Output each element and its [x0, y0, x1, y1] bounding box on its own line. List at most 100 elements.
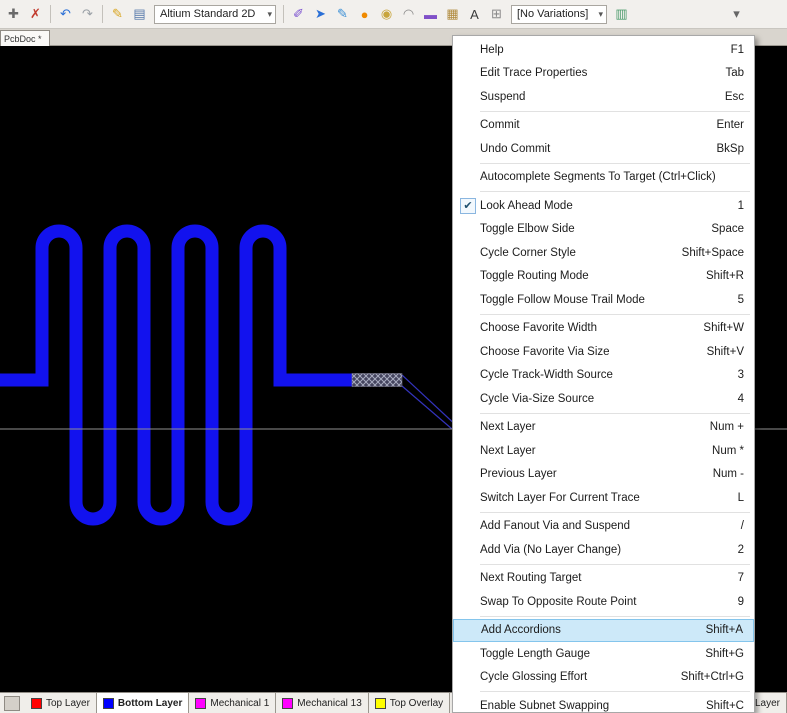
menu-item-label: Previous Layer: [480, 468, 699, 480]
menu-item-label: Suspend: [480, 91, 711, 103]
menu-item-label: Next Routing Target: [480, 572, 724, 584]
serpentine-trace[interactable]: [0, 231, 352, 519]
arc-icon[interactable]: ◠: [398, 4, 419, 25]
variations-combo[interactable]: [No Variations]▾: [511, 5, 607, 24]
route-arrow-icon[interactable]: ➤: [310, 4, 331, 25]
menu-item-shortcut: Shift+Space: [682, 247, 744, 259]
menu-item-choose-favorite-width[interactable]: Choose Favorite WidthShift+W: [453, 317, 754, 341]
menu-item-add-fanout-via-and-suspend[interactable]: Add Fanout Via and Suspend/: [453, 515, 754, 539]
menu-item-commit[interactable]: CommitEnter: [453, 114, 754, 138]
menu-item-shortcut: Num *: [712, 445, 744, 457]
menu-item-previous-layer[interactable]: Previous Layer Num -: [453, 463, 754, 487]
menu-item-label: Edit Trace Properties: [480, 67, 711, 79]
chevron-down-icon[interactable]: ▾: [267, 9, 272, 20]
key-icon[interactable]: ◉: [376, 4, 397, 25]
move-icon[interactable]: ✚: [3, 4, 24, 25]
menu-item-shortcut: Space: [711, 223, 744, 235]
menu-item-label: Toggle Length Gauge: [480, 648, 691, 660]
menu-item-toggle-elbow-side[interactable]: Toggle Elbow Side Space: [453, 218, 754, 242]
menu-item-label: Add Accordions: [481, 624, 692, 636]
board-insight-icon[interactable]: ▤: [129, 4, 150, 25]
menu-item-shortcut: Num -: [713, 468, 744, 480]
layer-tab-mechanical-13[interactable]: Mechanical 13: [276, 693, 368, 713]
menu-item-toggle-follow-mouse-trail-mode[interactable]: Toggle Follow Mouse Trail Mode5: [453, 288, 754, 312]
menu-item-enable-subnet-swapping[interactable]: Enable Subnet SwappingShift+C: [453, 694, 754, 713]
menu-item-toggle-length-gauge[interactable]: Toggle Length GaugeShift+G: [453, 642, 754, 666]
layer-tab-top-layer[interactable]: Top Layer: [25, 693, 97, 713]
menu-item-label: Enable Subnet Swapping: [480, 700, 692, 712]
menu-item-shortcut: 2: [738, 544, 744, 556]
toolbar-separator: [50, 5, 51, 23]
menu-separator: [480, 691, 750, 692]
menu-item-label: Next Layer: [480, 421, 696, 433]
menu-item-autocomplete-segments-to-target-ctrl-click[interactable]: Autocomplete Segments To Target (Ctrl+Cl…: [453, 166, 754, 190]
menu-item-shortcut: 9: [738, 596, 744, 608]
menu-separator: [480, 191, 750, 192]
layer-color-swatch: [103, 698, 114, 709]
menu-item-next-routing-target[interactable]: Next Routing Target 7: [453, 567, 754, 591]
diff-pair-route-icon[interactable]: ✎: [332, 4, 353, 25]
layer-tab-label: Bottom Layer: [118, 698, 182, 709]
menu-separator: [480, 314, 750, 315]
menu-item-swap-to-opposite-route-point[interactable]: Swap To Opposite Route Point 9: [453, 590, 754, 614]
menu-item-shortcut: Enter: [717, 119, 745, 131]
hatched-trace-segment[interactable]: [352, 374, 402, 387]
menu-item-choose-favorite-via-size[interactable]: Choose Favorite Via SizeShift+V: [453, 340, 754, 364]
fill-icon[interactable]: ▬: [420, 4, 441, 25]
menu-item-add-accordions[interactable]: Add AccordionsShift+A: [453, 619, 754, 643]
menu-item-edit-trace-properties[interactable]: Edit Trace PropertiesTab: [453, 62, 754, 86]
clear-filter-icon[interactable]: ✗: [25, 4, 46, 25]
menu-item-label: Toggle Follow Mouse Trail Mode: [480, 294, 724, 306]
menu-item-label: Toggle Elbow Side: [480, 223, 697, 235]
document-tab-label: PcbDoc *: [4, 34, 42, 44]
menu-item-cycle-glossing-effort[interactable]: Cycle Glossing EffortShift+Ctrl+G: [453, 666, 754, 690]
menu-item-shortcut: Shift+R: [706, 270, 744, 282]
menu-item-label: Look Ahead Mode: [480, 200, 724, 212]
checkmark-icon: ✔: [460, 198, 476, 214]
redo-icon[interactable]: ↷: [77, 4, 98, 25]
menu-item-label: Undo Commit: [480, 143, 703, 155]
toolbar-options-icon[interactable]: ▾: [726, 4, 747, 25]
variant-icon[interactable]: ▥: [611, 4, 632, 25]
menu-item-cycle-track-width-source[interactable]: Cycle Track-Width Source3: [453, 364, 754, 388]
menu-item-help[interactable]: HelpF1: [453, 38, 754, 62]
wand-icon[interactable]: ✎: [107, 4, 128, 25]
menu-item-next-layer[interactable]: Next Layer Num *: [453, 439, 754, 463]
menu-separator: [480, 111, 750, 112]
grid-icon[interactable]: ⊞: [486, 4, 507, 25]
menu-item-label: Help: [480, 44, 717, 56]
menu-item-label: Next Layer: [480, 445, 698, 457]
menu-item-shortcut: 7: [738, 572, 744, 584]
undo-icon[interactable]: ↶: [55, 4, 76, 25]
view-mode-combo[interactable]: Altium Standard 2D▾: [154, 5, 276, 24]
menu-item-add-via-no-layer-change[interactable]: Add Via (No Layer Change)2: [453, 538, 754, 562]
layer-tab-top-overlay[interactable]: Top Overlay: [369, 693, 450, 713]
polygon-icon[interactable]: ▦: [442, 4, 463, 25]
interactive-route-icon[interactable]: ✐: [288, 4, 309, 25]
menu-item-suspend[interactable]: SuspendEsc: [453, 85, 754, 109]
menu-item-shortcut: /: [741, 520, 744, 532]
menu-item-shortcut: Shift+Ctrl+G: [681, 671, 744, 683]
layer-tab-mechanical-1[interactable]: Mechanical 1: [189, 693, 276, 713]
menu-item-label: Autocomplete Segments To Target (Ctrl+Cl…: [480, 171, 730, 183]
checkmark-slot: ✔: [456, 198, 480, 214]
string-icon[interactable]: A: [464, 4, 485, 25]
menu-item-label: Swap To Opposite Route Point: [480, 596, 724, 608]
menu-item-cycle-via-size-source[interactable]: Cycle Via-Size Source4: [453, 387, 754, 411]
menu-item-cycle-corner-style[interactable]: Cycle Corner StyleShift+Space: [453, 241, 754, 265]
document-tab[interactable]: PcbDoc *: [0, 30, 50, 47]
layer-scroll-button[interactable]: [4, 696, 20, 711]
menu-item-shortcut: Shift+W: [703, 322, 744, 334]
menu-item-next-layer[interactable]: Next LayerNum +: [453, 416, 754, 440]
menu-item-switch-layer-for-current-trace[interactable]: Switch Layer For Current TraceL: [453, 486, 754, 510]
layer-tab-label: Mechanical 13: [297, 698, 361, 709]
menu-item-undo-commit[interactable]: Undo CommitBkSp: [453, 137, 754, 161]
menu-item-toggle-routing-mode[interactable]: Toggle Routing ModeShift+R: [453, 265, 754, 289]
chevron-down-icon[interactable]: ▾: [598, 9, 603, 20]
layer-tab-bottom-layer[interactable]: Bottom Layer: [97, 693, 189, 713]
menu-item-label: Cycle Via-Size Source: [480, 393, 724, 405]
toolbar-separator: [102, 5, 103, 23]
lookahead-line-lower: [402, 386, 452, 429]
pad-icon[interactable]: ●: [354, 4, 375, 25]
menu-item-look-ahead-mode[interactable]: ✔Look Ahead Mode1: [453, 194, 754, 218]
